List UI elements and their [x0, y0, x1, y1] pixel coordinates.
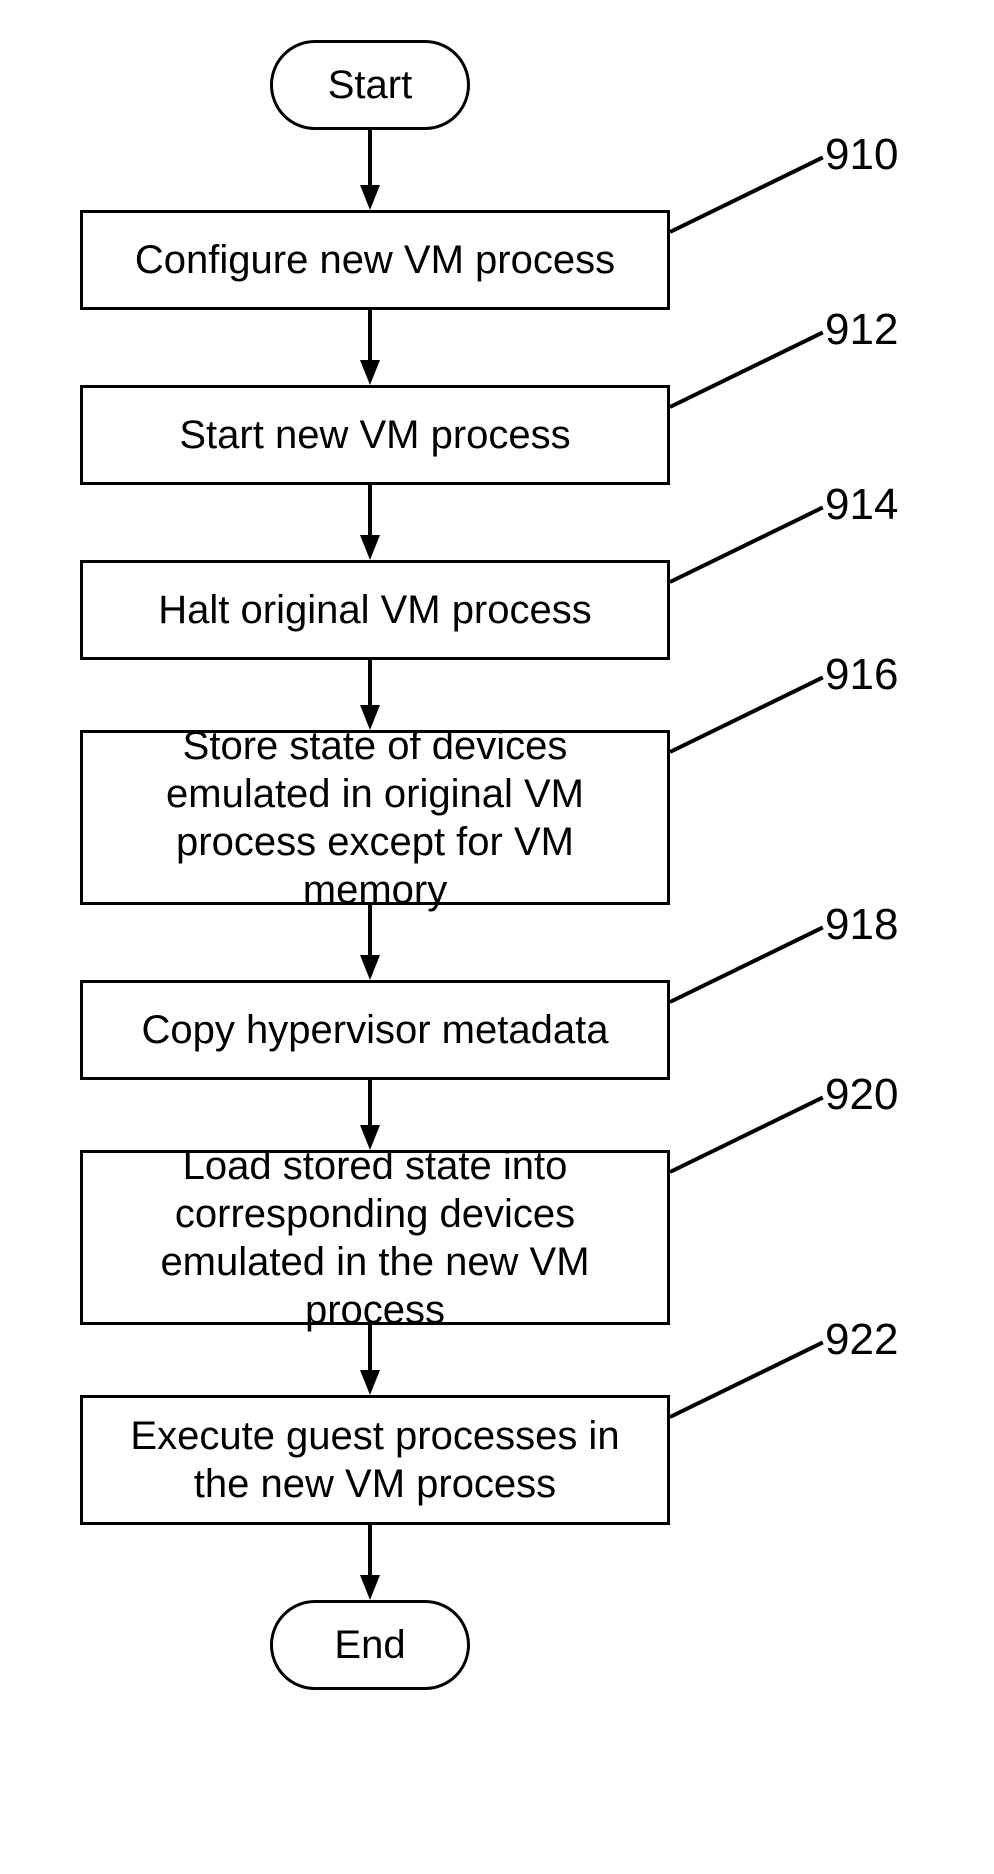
start-label: Start: [328, 63, 412, 108]
step-922: Execute guest processes in the new VM pr…: [80, 1395, 670, 1525]
label-914: 914: [825, 480, 898, 530]
step-910-text: Configure new VM process: [135, 236, 615, 284]
label-922: 922: [825, 1315, 898, 1365]
end-terminal: End: [270, 1600, 470, 1690]
step-914: Halt original VM process: [80, 560, 670, 660]
end-label: End: [334, 1623, 405, 1668]
flowchart-container: Start Configure new VM process 910 Start…: [0, 0, 994, 1874]
leader-920: [669, 1096, 824, 1174]
leader-910: [669, 156, 824, 234]
step-916: Store state of devices emulated in origi…: [80, 730, 670, 905]
label-910: 910: [825, 130, 898, 180]
label-920: 920: [825, 1070, 898, 1120]
step-918: Copy hypervisor metadata: [80, 980, 670, 1080]
arrow-920-to-922: [360, 1325, 380, 1395]
step-910: Configure new VM process: [80, 210, 670, 310]
leader-914: [669, 506, 824, 584]
leader-918: [669, 926, 824, 1004]
arrow-922-to-end: [360, 1525, 380, 1600]
leader-922: [669, 1341, 824, 1419]
step-920-text: Load stored state into corresponding dev…: [103, 1142, 647, 1334]
step-912: Start new VM process: [80, 385, 670, 485]
leader-916: [669, 676, 824, 754]
label-918: 918: [825, 900, 898, 950]
step-920: Load stored state into corresponding dev…: [80, 1150, 670, 1325]
arrow-910-to-912: [360, 310, 380, 385]
arrow-start-to-910: [360, 130, 380, 210]
arrow-914-to-916: [360, 660, 380, 730]
label-916: 916: [825, 650, 898, 700]
leader-912: [669, 331, 824, 409]
step-918-text: Copy hypervisor metadata: [142, 1006, 609, 1054]
step-912-text: Start new VM process: [179, 411, 570, 459]
arrow-916-to-918: [360, 905, 380, 980]
arrow-918-to-920: [360, 1080, 380, 1150]
step-916-text: Store state of devices emulated in origi…: [103, 722, 647, 914]
step-922-text: Execute guest processes in the new VM pr…: [103, 1412, 647, 1508]
label-912: 912: [825, 305, 898, 355]
arrow-912-to-914: [360, 485, 380, 560]
step-914-text: Halt original VM process: [158, 586, 592, 634]
start-terminal: Start: [270, 40, 470, 130]
